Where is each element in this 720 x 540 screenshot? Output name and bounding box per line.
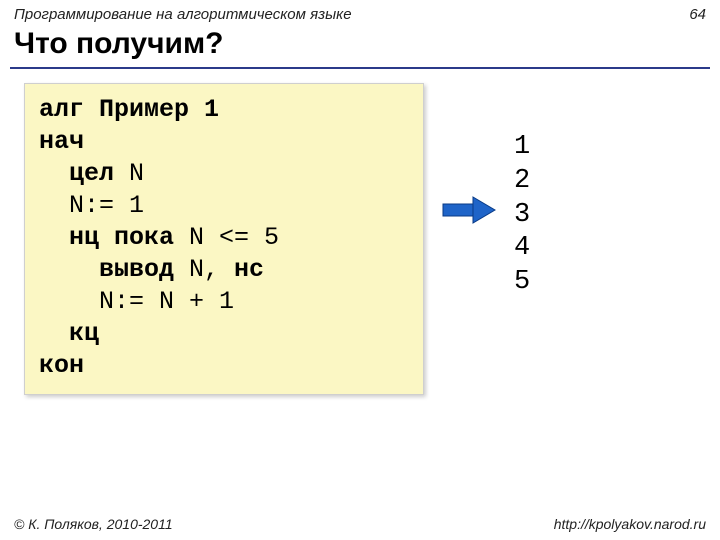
code-text: N — [114, 159, 144, 188]
code-line: нц пока N <= 5 — [39, 222, 409, 254]
output-line: 5 — [514, 266, 530, 300]
output-line: 1 — [514, 131, 530, 165]
output-line: 3 — [514, 199, 530, 233]
code-line: кц — [39, 318, 409, 350]
topic-label: Программирование на алгоритмическом язык… — [14, 6, 352, 23]
right-arrow-icon — [439, 193, 499, 227]
keyword-end: кон — [39, 351, 84, 380]
code-text: N, — [174, 255, 234, 284]
keyword-output: вывод — [39, 255, 174, 284]
code-line: алг Пример 1 — [39, 94, 409, 126]
keyword-alg: алг — [39, 95, 99, 124]
keyword-begin: нач — [39, 127, 84, 156]
code-text: N:= N + 1 — [39, 287, 234, 316]
output-line: 4 — [514, 232, 530, 266]
keyword-int: цел — [39, 159, 114, 188]
footer-url: http://kpolyakov.narod.ru — [554, 516, 706, 532]
output-block: 1 2 3 4 5 — [514, 83, 530, 300]
program-name: Пример 1 — [99, 95, 219, 124]
code-text: N <= 5 — [174, 223, 279, 252]
code-line: N:= 1 — [39, 190, 409, 222]
code-line: N:= N + 1 — [39, 286, 409, 318]
copyright-text: © К. Поляков, 2010-2011 — [14, 516, 173, 532]
code-text: N:= 1 — [39, 191, 144, 220]
arrow-column — [424, 83, 514, 227]
keyword-newline: нс — [234, 255, 264, 284]
code-line: цел N — [39, 158, 409, 190]
code-line: кон — [39, 350, 409, 382]
content-area: алг Пример 1 нач цел N N:= 1 нц пока N <… — [0, 83, 720, 395]
output-line: 2 — [514, 165, 530, 199]
code-block: алг Пример 1 нач цел N N:= 1 нц пока N <… — [24, 83, 424, 395]
page-number: 64 — [689, 6, 706, 23]
keyword-endloop: кц — [39, 319, 99, 348]
title-underline — [10, 67, 710, 69]
code-line: вывод N, нс — [39, 254, 409, 286]
code-line: нач — [39, 126, 409, 158]
slide-header: Программирование на алгоритмическом язык… — [0, 0, 720, 25]
slide-title: Что получим? — [0, 25, 720, 67]
slide-footer: © К. Поляков, 2010-2011 http://kpolyakov… — [0, 516, 720, 532]
keyword-loop-while: нц пока — [39, 223, 174, 252]
